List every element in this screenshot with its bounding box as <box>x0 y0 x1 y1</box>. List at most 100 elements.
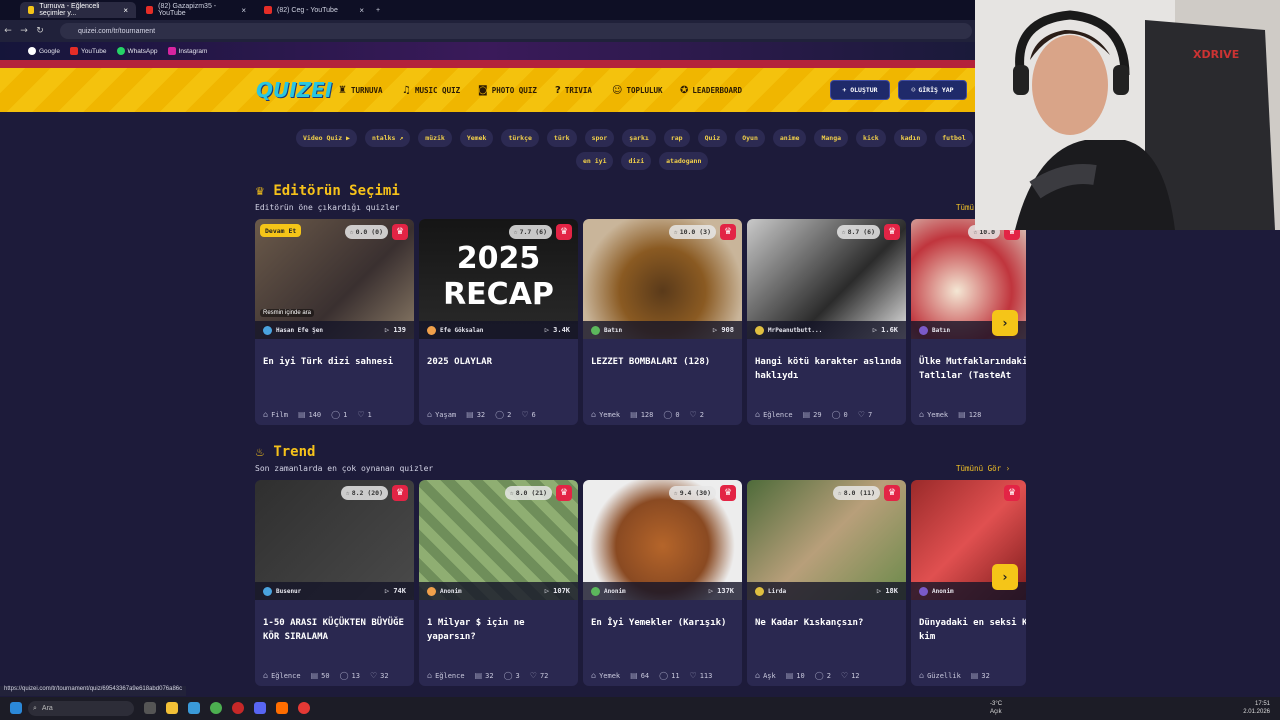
tag-chip[interactable]: spor <box>584 129 615 147</box>
author-name[interactable]: Anonim <box>604 588 626 595</box>
like-count[interactable]: ♡ 6 <box>521 410 535 419</box>
see-all-link[interactable]: Tümü <box>956 203 974 212</box>
nav-trivia[interactable]: ? TRIVIA <box>555 85 592 96</box>
close-tab-icon[interactable]: × <box>359 6 364 15</box>
quiz-meta: ⌂ Güzellik ▤ 32 <box>919 671 1020 680</box>
tag-chip[interactable]: türk <box>546 129 577 147</box>
quiz-card[interactable]: ☆ 8.0 (11) ♛ Lirda ▷ 18K Ne Kadar Kıskançsın?… <box>747 480 906 686</box>
close-tab-icon[interactable]: × <box>241 6 246 15</box>
quiz-title[interactable]: Hangi kötü karakter aslında haklıydı <box>755 355 903 383</box>
like-count[interactable]: ♡ 7 <box>858 410 872 419</box>
reload-icon[interactable]: ↻ <box>32 26 48 36</box>
author-name[interactable]: Busenur <box>276 588 301 595</box>
tag-chip[interactable]: şarkı <box>622 129 656 147</box>
tag-chip[interactable]: türkçe <box>501 129 539 147</box>
author-name[interactable]: Hasan Efe Şen <box>276 327 323 334</box>
quiz-title[interactable]: Dünyadaki en seksi Kadın kim <box>919 616 1026 644</box>
streamer-image: XDRIVE <box>975 0 1280 230</box>
task-view-icon[interactable] <box>144 702 156 714</box>
nav-leaderboard[interactable]: ✪ LEADERBOARD <box>680 85 742 96</box>
author-name[interactable]: Anonim <box>932 588 954 595</box>
app-icon[interactable] <box>276 702 288 714</box>
author-name[interactable]: Batın <box>604 327 622 334</box>
author-name[interactable]: MrPeanutbutt... <box>768 327 822 334</box>
file-explorer-icon[interactable] <box>166 702 178 714</box>
like-count[interactable]: ♡ 2 <box>690 410 704 419</box>
author-name[interactable]: Batın <box>932 327 950 334</box>
quiz-title[interactable]: 1-50 ARASI KÜÇÜKTEN BÜYÜĞE KÖR SIRALAMA <box>263 616 411 644</box>
tag-chip[interactable]: Manga <box>814 129 849 147</box>
tag-chip[interactable]: dizi <box>621 152 652 170</box>
tag-chip[interactable]: futbol <box>935 129 973 147</box>
quiz-card[interactable]: ☆ 8.0 (21) ♛ Anonim ▷ 107K 1 Milyar $ için ne… <box>419 480 578 686</box>
discord-icon[interactable] <box>254 702 266 714</box>
forward-icon[interactable]: → <box>16 26 32 36</box>
browser-tab[interactable]: (82) Ceg - YouTube × <box>256 2 372 18</box>
see-all-link[interactable]: Tümünü Gör › <box>956 464 1010 473</box>
play-count-value: 3.4K <box>553 326 570 334</box>
tag-chip[interactable]: Oyun <box>735 129 765 147</box>
carousel-next-button[interactable]: › <box>992 564 1018 590</box>
app-icon[interactable] <box>188 702 200 714</box>
resume-badge[interactable]: Devam Et <box>260 224 302 237</box>
like-count[interactable]: ♡ 1 <box>357 410 371 419</box>
back-icon[interactable]: ← <box>0 26 16 36</box>
quiz-title[interactable]: En iyi Türk dizi sahnesi <box>263 355 411 369</box>
url-field[interactable]: quizei.com/tr/tournament <box>60 23 972 39</box>
quiz-title[interactable]: En İyi Yemekler (Karışık) <box>591 616 739 630</box>
new-tab-button[interactable]: + <box>376 2 390 18</box>
create-button[interactable]: + OLUŞTUR <box>830 80 890 100</box>
quiz-title[interactable]: 1 Milyar $ için ne yaparsın? <box>427 616 575 644</box>
browser-tab[interactable]: Turnuva - Eğlenceli seçimler y... × <box>20 2 136 18</box>
quiz-title[interactable]: Ülke Mutfaklarındaki Tatlılar (TasteAt <box>919 355 1026 383</box>
tag-chip[interactable]: müzik <box>418 129 452 147</box>
tag-chip[interactable]: en iyi <box>576 152 614 170</box>
quiz-card[interactable]: 2025 RECAP ☆ 7.7 (6) ♛ Efe Göksalan ▷ 3.4K 202… <box>419 219 578 425</box>
author-name[interactable]: Lirda <box>768 588 786 595</box>
tag-chip[interactable]: anime <box>772 129 807 147</box>
tag-chip[interactable]: kadın <box>893 129 928 147</box>
taskbar-search[interactable]: ⌕ Ara <box>28 701 134 716</box>
taskbar-clock[interactable]: 17:51 2.01.2026 <box>1243 700 1270 716</box>
site-logo[interactable]: QUIZEI <box>256 78 332 102</box>
nav-topluluk[interactable]: ☺ TOPLULUK <box>612 85 663 96</box>
windows-start-icon[interactable] <box>10 702 22 714</box>
close-tab-icon[interactable]: × <box>123 6 128 15</box>
tag-chip[interactable]: atadogann <box>659 152 709 170</box>
nav-turnuva[interactable]: ♜ TURNUVA <box>338 85 383 96</box>
quiz-card[interactable]: ☆ 10.0 (3) ♛ Batın ▷ 908 LEZZET BOMBALARI (12… <box>583 219 742 425</box>
like-count[interactable]: ♡ 113 <box>690 671 713 680</box>
tag-chip[interactable]: Quiz <box>697 129 728 147</box>
tag-chip[interactable]: Yemek <box>459 129 494 147</box>
like-count[interactable]: ♡ 72 <box>530 671 549 680</box>
chrome-icon[interactable] <box>210 702 222 714</box>
author-name[interactable]: Anonim <box>440 588 462 595</box>
nav-music-quiz[interactable]: ♫ MUSIC QUIZ <box>402 85 460 96</box>
bookmark-whatsapp[interactable]: WhatsApp <box>116 47 158 55</box>
weather-widget[interactable]: -3°C Açık <box>990 700 1002 716</box>
like-count[interactable]: ♡ 32 <box>370 671 389 680</box>
browser-tab[interactable]: (82) Gazapizm35 - YouTube × <box>138 2 254 18</box>
tag-chip[interactable]: Video Quiz ▶ <box>296 129 357 147</box>
carousel-next-button[interactable]: › <box>992 310 1018 336</box>
nav-photo-quiz[interactable]: ◙ PHOTO QUIZ <box>478 85 537 96</box>
login-button[interactable]: ☺ GİRİŞ YAP <box>898 80 967 100</box>
like-count[interactable]: ♡ 12 <box>841 671 860 680</box>
quiz-card[interactable]: ☆ 9.4 (30) ♛ Anonim ▷ 137K En İyi Yemekler (K… <box>583 480 742 686</box>
quiz-title[interactable]: Ne Kadar Kıskançsın? <box>755 616 903 630</box>
tag-chip[interactable]: rap <box>663 129 690 147</box>
bookmark-youtube[interactable]: YouTube <box>69 47 107 55</box>
quiz-card[interactable]: Devam Et Resmin içinde ara ☆ 0.0 (0) ♛ Hasan … <box>255 219 414 425</box>
quiz-title[interactable]: 2025 OLAYLAR <box>427 355 575 369</box>
quiz-title[interactable]: LEZZET BOMBALARI (128) <box>591 355 739 369</box>
bookmark-instagram[interactable]: Instagram <box>167 47 207 55</box>
app-icon[interactable] <box>298 702 310 714</box>
bookmark-google[interactable]: Google <box>28 47 60 55</box>
quiz-card[interactable]: ☆ 8.2 (20) ♛ Busenur ▷ 74K 1-50 ARASI KÜÇÜKTE… <box>255 480 414 686</box>
app-icon[interactable] <box>232 702 244 714</box>
quiz-card[interactable]: ☆ 8.7 (6) ♛ MrPeanutbutt... ▷ 1.6K Hangi kötü… <box>747 219 906 425</box>
author-name[interactable]: Efe Göksalan <box>440 327 483 334</box>
tag-chip[interactable]: kick <box>856 129 886 147</box>
image-search-overlay[interactable]: Resmin içinde ara <box>260 309 315 317</box>
tag-chip[interactable]: ntalks ↗ <box>364 129 411 147</box>
